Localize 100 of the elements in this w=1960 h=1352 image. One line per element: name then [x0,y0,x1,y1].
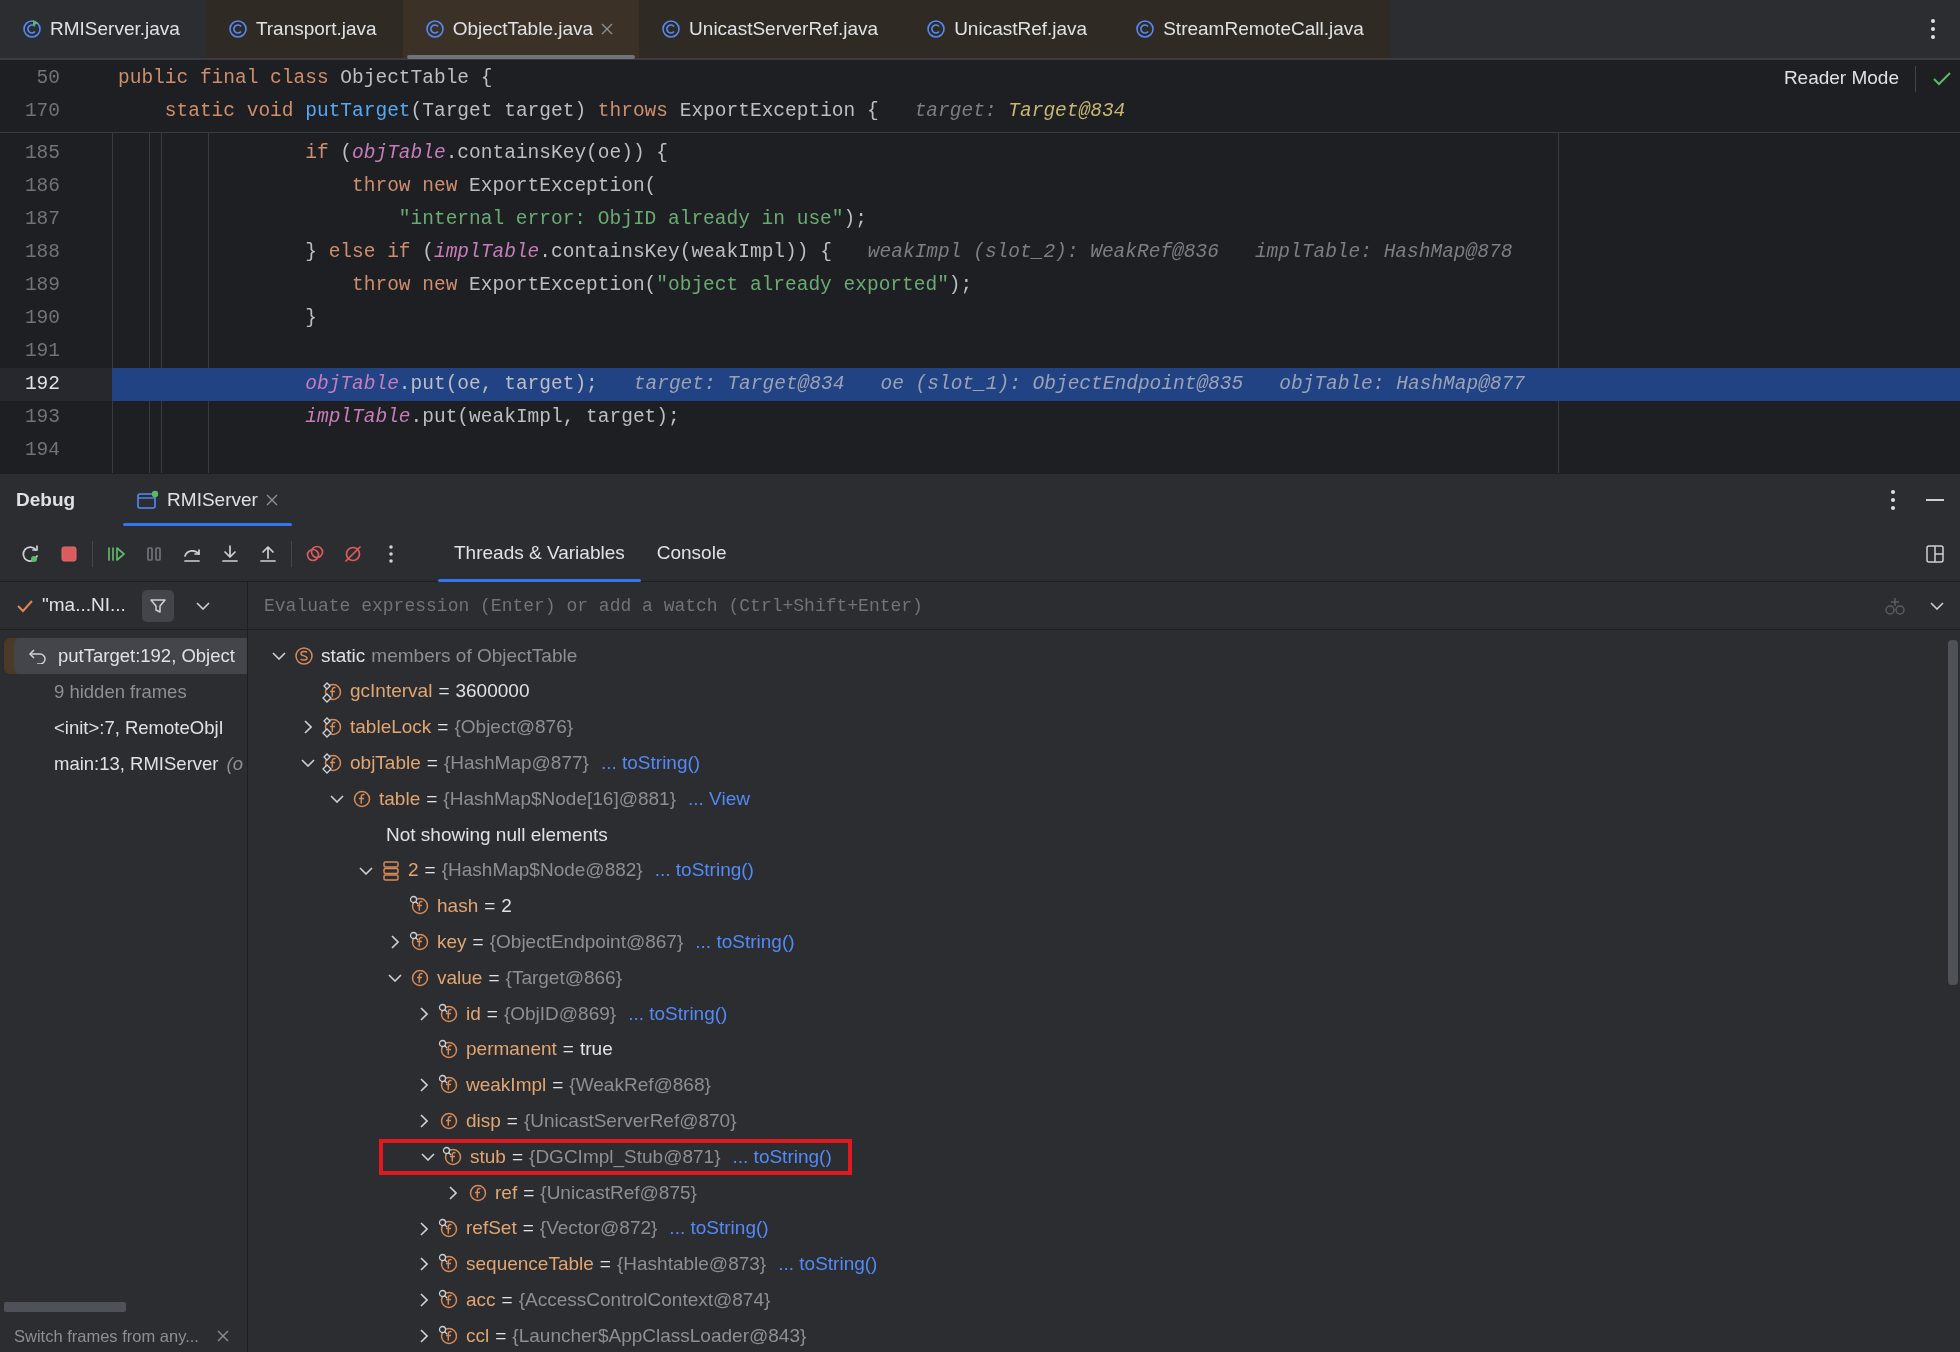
chevron-right-icon[interactable] [419,1329,428,1344]
step-out-icon[interactable] [258,543,278,564]
line-number: 191 [23,338,61,364]
tostring-link[interactable]: ... View [688,784,750,814]
file-tab[interactable]: ObjectTable.java [402,0,640,58]
variable-text: weakImpl = {WeakRef@868} [465,1073,711,1098]
code-line: static void putTarget(Target target) throws ExportException { [163,98,879,124]
tostring-link[interactable]: ... toString() [695,928,795,957]
scrollbar[interactable] [4,1302,126,1312]
session-tab[interactable]: RMIServer [123,474,292,526]
chevron-right-icon[interactable] [390,935,399,950]
variable-text: value = {Target@866} [436,965,623,990]
line-number: 189 [23,272,61,298]
chevron-right-icon[interactable] [303,720,312,735]
check-icon [1932,69,1952,88]
filter-icon [148,596,167,615]
code-line: "internal error: ObjID already in use"); [397,206,867,232]
info-text: Not showing null elements [386,822,608,847]
chevron-right-icon[interactable] [419,1293,428,1308]
stack-frame[interactable]: <init>:7, RemoteObjI [0,710,247,746]
reader-mode-link[interactable]: Reader Mode [1783,64,1899,93]
minimize-icon[interactable] [1926,498,1944,502]
tostring-link[interactable]: ... toString() [778,1250,878,1279]
view-tab[interactable]: Console [640,525,743,582]
hint-text: Switch frames from any... [14,1325,199,1347]
line-number: 170 [23,98,61,124]
chevron-right-icon[interactable] [448,1185,457,1200]
code-line: throw new ExportException("object already exported"); [351,272,973,298]
stop-icon[interactable] [59,543,79,564]
chevron-right-icon[interactable] [419,1078,428,1093]
class-icon [424,19,445,39]
stack-frame[interactable]: main:13, RMIServer (o [0,746,247,782]
line-number: 192 [0,368,112,401]
static-field-icon [322,752,344,775]
chevron-down-icon[interactable] [420,1153,435,1162]
window-icon [137,490,160,510]
line-number: 193 [23,404,61,430]
caret-icon[interactable] [1930,601,1944,610]
variable-text: 2 = {HashMap$Node@882} [407,858,643,883]
step-into-icon[interactable] [220,543,240,564]
line-number: 188 [23,239,61,265]
line-number: 50 [35,65,61,91]
variable-text: ccl = {Launcher$AppClassLoader@843} [465,1323,807,1348]
variable-text: id = {ObjID@869} [465,1001,617,1026]
chevron-down-icon[interactable] [300,759,315,768]
static-icon [293,644,315,667]
variable-text: key = {ObjectEndpoint@867} [436,930,684,954]
close-icon[interactable] [265,494,278,506]
inline-hint: target: Target@834 [914,98,1126,124]
view-tab[interactable]: Threads & Variables [438,525,641,582]
variable-text: permanent = true [465,1037,613,1062]
file-tab[interactable]: UnicastRef.java [904,0,1114,58]
variable-text: refSet = {Vector@872} [465,1216,658,1241]
chevron-right-icon[interactable] [419,1114,428,1129]
file-tab[interactable]: StreamRemoteCall.java [1113,0,1390,58]
tostring-link[interactable]: ... toString() [732,1142,832,1172]
rerun-icon[interactable] [21,543,41,564]
tostring-link[interactable]: ... toString() [654,856,754,885]
linked-circles-icon[interactable] [305,543,325,564]
variable-text: hash = 2 [436,894,512,919]
file-tab[interactable]: UnicastServerRef.java [639,0,905,58]
class-icon [227,19,248,39]
code-line: throw new ExportException( [351,173,657,199]
scrollbar[interactable] [1948,640,1958,985]
caret-icon[interactable] [195,601,210,610]
chevron-down-icon[interactable] [329,795,344,804]
class-icon [926,19,947,39]
file-tab[interactable]: Transport.java [205,0,403,58]
thread-selector[interactable]: "ma...NI... [42,591,126,620]
close-icon[interactable] [601,23,614,35]
line-number: 190 [23,305,61,331]
chevron-down-icon[interactable] [271,651,286,660]
runnable-class-icon [22,19,42,39]
return-arrow-icon [28,648,48,664]
variable-text: ref = {UnicastRef@875} [494,1180,697,1205]
variable-text: table = {HashMap$Node[16]@881} [378,786,676,811]
variable-text: stub = {DGCImpl_Stub@871} [469,1144,721,1170]
variable-text: acc = {AccessControlContext@874} [465,1288,771,1312]
static-field-icon [322,716,344,739]
chevron-right-icon[interactable] [419,1257,428,1272]
more-icon[interactable] [1930,18,1936,40]
code-line: } else if (implTable.containsKey(weakImpl)) { [304,239,832,265]
filter-button[interactable] [141,589,174,622]
more-icon[interactable] [1890,489,1896,511]
chevron-down-icon[interactable] [387,974,402,983]
chevron-right-icon[interactable] [419,1006,428,1021]
line-number: 194 [23,437,61,463]
tostring-link[interactable]: ... toString() [669,1214,769,1243]
close-icon[interactable] [216,1330,229,1342]
variable-text: gcInterval = 3600000 [349,679,530,704]
slashed-circle-icon[interactable] [343,543,363,564]
inline-hint: target: Target@834 [633,371,845,397]
chevron-right-icon[interactable] [419,1221,428,1236]
hidden-frames-row[interactable]: 9 hidden frames [0,674,247,710]
tostring-link[interactable]: ... toString() [600,749,701,778]
chevron-down-icon[interactable] [358,866,373,875]
tostring-link[interactable]: ... toString() [628,999,728,1029]
pinned-field-icon [438,1038,460,1061]
inline-hint: implTable: HashMap@878 [1254,239,1513,265]
layout-icon[interactable] [1926,545,1944,564]
